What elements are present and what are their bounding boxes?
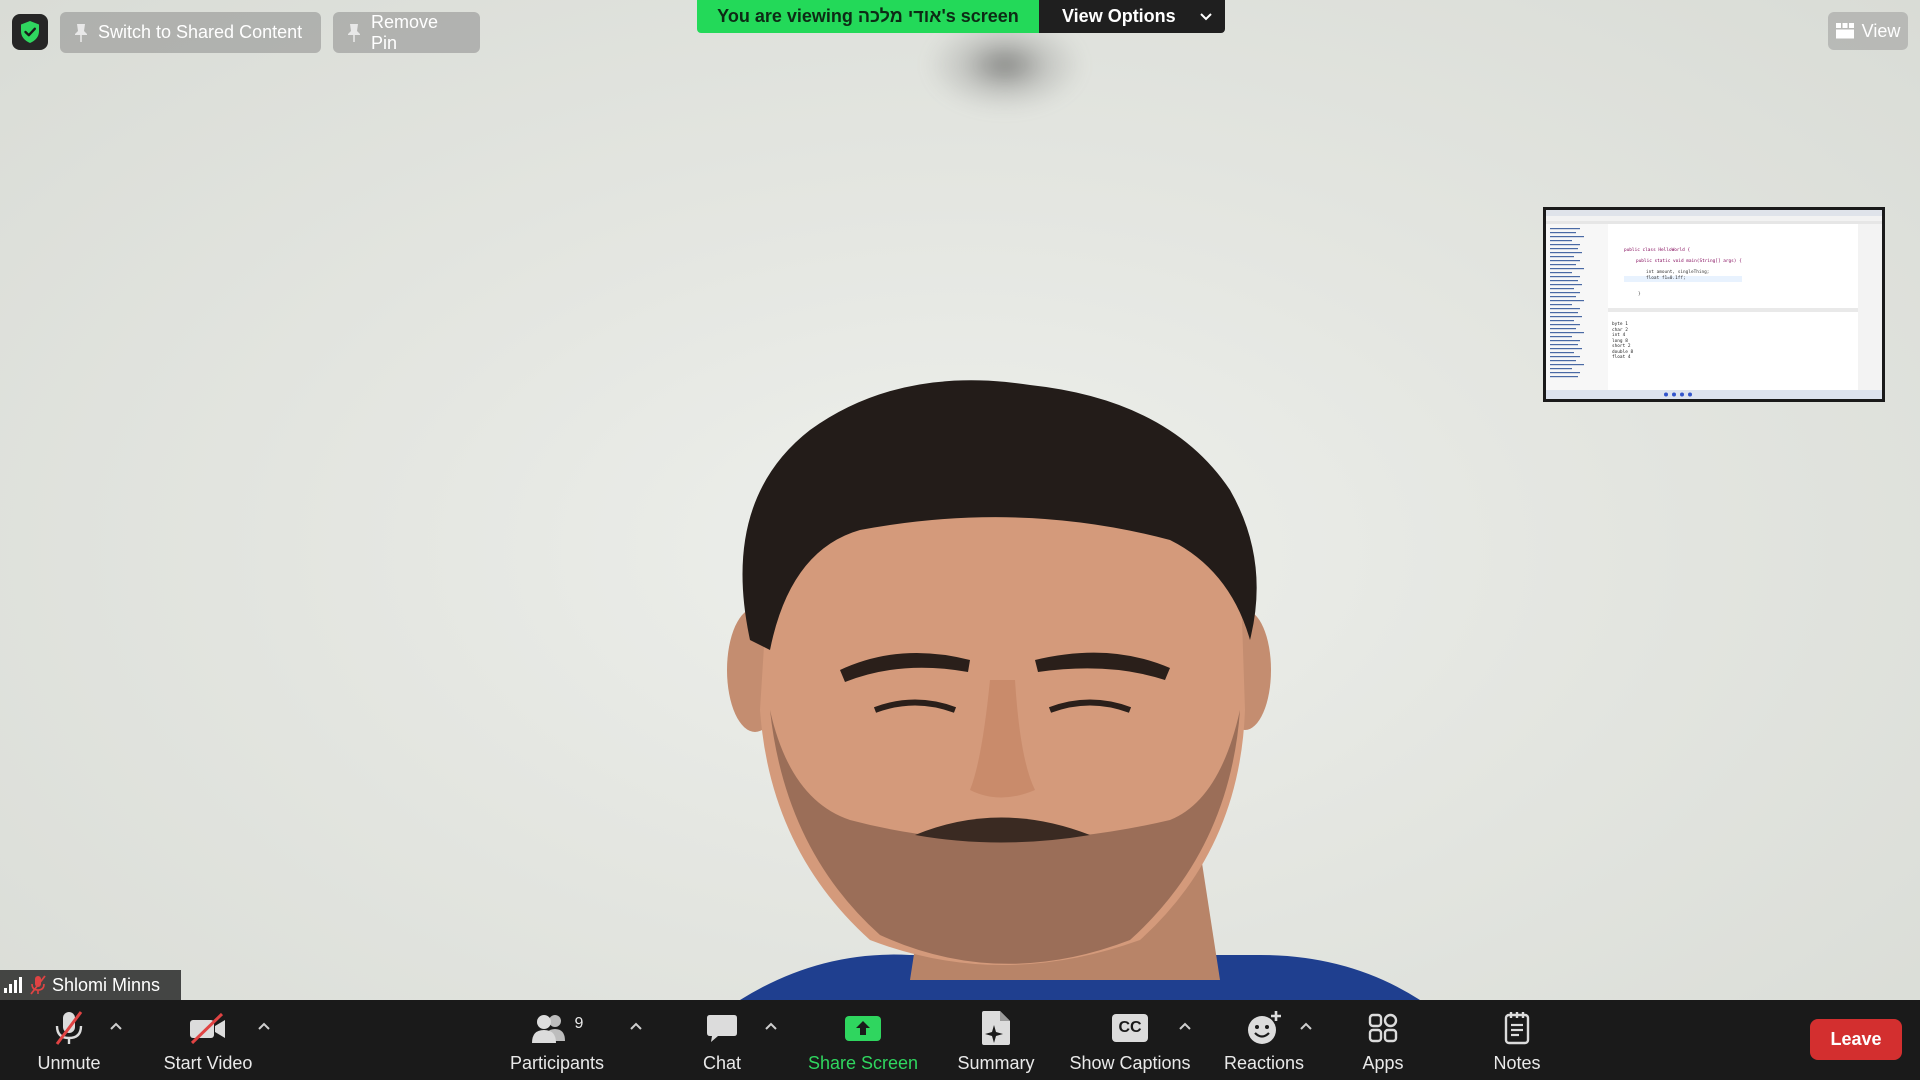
chat-label: Chat bbox=[702, 1053, 742, 1073]
unmute-button[interactable]: Unmute bbox=[30, 1008, 108, 1074]
start-video-button[interactable]: Start Video bbox=[154, 1008, 262, 1074]
signal-strength-icon bbox=[4, 977, 22, 993]
captions-icon: CC bbox=[1112, 1014, 1148, 1042]
shared-screen-thumbnail[interactable]: public class HelloWorld { public static … bbox=[1543, 207, 1885, 402]
muted-mic-icon bbox=[30, 975, 46, 995]
chat-icon bbox=[707, 1015, 737, 1042]
console-line: float 4 bbox=[1612, 355, 1631, 360]
view-options-label: View Options bbox=[1062, 6, 1176, 26]
reactions-label: Reactions bbox=[1223, 1053, 1305, 1073]
participant-name-tag: Shlomi Minns bbox=[0, 970, 181, 1000]
pin-icon bbox=[348, 23, 360, 42]
chevron-up-icon bbox=[1300, 1022, 1312, 1030]
show-captions-label: Show Captions bbox=[1069, 1053, 1191, 1073]
viewing-banner-text: You are viewing אודי מלכה's screen bbox=[697, 0, 1039, 33]
reactions-icon bbox=[1248, 1011, 1281, 1044]
switch-to-shared-content-label: Switch to Shared Content bbox=[98, 22, 303, 42]
code-line: public class HelloWorld { bbox=[1624, 248, 1691, 253]
security-shield-icon[interactable] bbox=[12, 14, 48, 50]
code-line: } bbox=[1638, 292, 1641, 297]
grid-view-icon bbox=[1835, 23, 1854, 39]
start-video-label: Start Video bbox=[163, 1053, 253, 1073]
participants-options-caret[interactable] bbox=[626, 1016, 646, 1036]
share-screen-icon bbox=[845, 1016, 881, 1041]
muted-mic-icon bbox=[55, 1011, 83, 1045]
apps-button[interactable]: Apps bbox=[1352, 1008, 1414, 1074]
code-line: public static void main(String[] args) { bbox=[1636, 259, 1742, 264]
unmute-label: Unmute bbox=[37, 1053, 101, 1073]
remove-pin-button[interactable]: Remove Pin bbox=[333, 12, 480, 53]
reactions-options-caret[interactable] bbox=[1296, 1016, 1316, 1036]
chevron-up-icon bbox=[1179, 1022, 1191, 1030]
view-button[interactable]: View bbox=[1828, 12, 1908, 50]
audio-options-caret[interactable] bbox=[106, 1016, 126, 1036]
show-captions-button[interactable]: CC Show Captions bbox=[1068, 1008, 1192, 1074]
view-options-button[interactable]: View Options bbox=[1039, 0, 1225, 33]
share-screen-button[interactable]: Share Screen bbox=[806, 1008, 920, 1074]
pin-icon bbox=[75, 23, 87, 42]
apps-label: Apps bbox=[1362, 1053, 1404, 1073]
chevron-down-icon bbox=[1199, 12, 1212, 20]
participant-video-person bbox=[727, 380, 1420, 1000]
summary-icon bbox=[982, 1011, 1010, 1045]
chat-button[interactable]: Chat bbox=[700, 1008, 744, 1074]
ide-screenshot bbox=[1546, 210, 1882, 399]
video-off-icon bbox=[190, 1012, 225, 1044]
participants-label: Participants bbox=[509, 1053, 605, 1073]
chevron-up-icon bbox=[110, 1022, 122, 1030]
console-line: short 2 bbox=[1612, 344, 1631, 349]
participants-count: 9 bbox=[574, 1015, 584, 1032]
summary-button[interactable]: Summary bbox=[954, 1008, 1038, 1074]
notes-icon bbox=[1504, 1012, 1530, 1045]
remove-pin-label: Remove Pin bbox=[371, 11, 439, 53]
notes-button[interactable]: Notes bbox=[1484, 1008, 1550, 1074]
view-label: View bbox=[1861, 20, 1901, 41]
thumbnail-code: public class HelloWorld { public static … bbox=[1624, 248, 1742, 298]
notes-label: Notes bbox=[1493, 1053, 1541, 1073]
chevron-up-icon bbox=[765, 1022, 777, 1030]
participant-name: Shlomi Minns bbox=[52, 974, 161, 995]
captions-options-caret[interactable] bbox=[1175, 1016, 1195, 1036]
leave-button[interactable]: Leave bbox=[1810, 1019, 1902, 1060]
code-line: float f1=0.1ff; bbox=[1624, 276, 1742, 282]
participants-button[interactable]: 9 Participants bbox=[504, 1008, 610, 1074]
share-screen-label: Share Screen bbox=[807, 1053, 919, 1073]
thumbnail-console: byte 1 char 2 int 4 long 8 short 2 doubl… bbox=[1612, 322, 1633, 361]
participants-icon bbox=[531, 1015, 565, 1043]
meeting-toolbar: Unmute Start Video 9 Participants Chat S… bbox=[0, 1000, 1920, 1080]
switch-to-shared-content-button[interactable]: Switch to Shared Content bbox=[60, 12, 321, 53]
video-area bbox=[0, 0, 1920, 1000]
ceiling-light-shadow bbox=[930, 20, 1080, 110]
chat-options-caret[interactable] bbox=[761, 1016, 781, 1036]
chevron-up-icon bbox=[258, 1022, 270, 1030]
summary-label: Summary bbox=[957, 1053, 1035, 1073]
video-options-caret[interactable] bbox=[254, 1016, 274, 1036]
chevron-up-icon bbox=[630, 1022, 642, 1030]
viewing-banner: You are viewing אודי מלכה's screen View … bbox=[697, 0, 1225, 33]
apps-icon bbox=[1368, 1013, 1398, 1043]
